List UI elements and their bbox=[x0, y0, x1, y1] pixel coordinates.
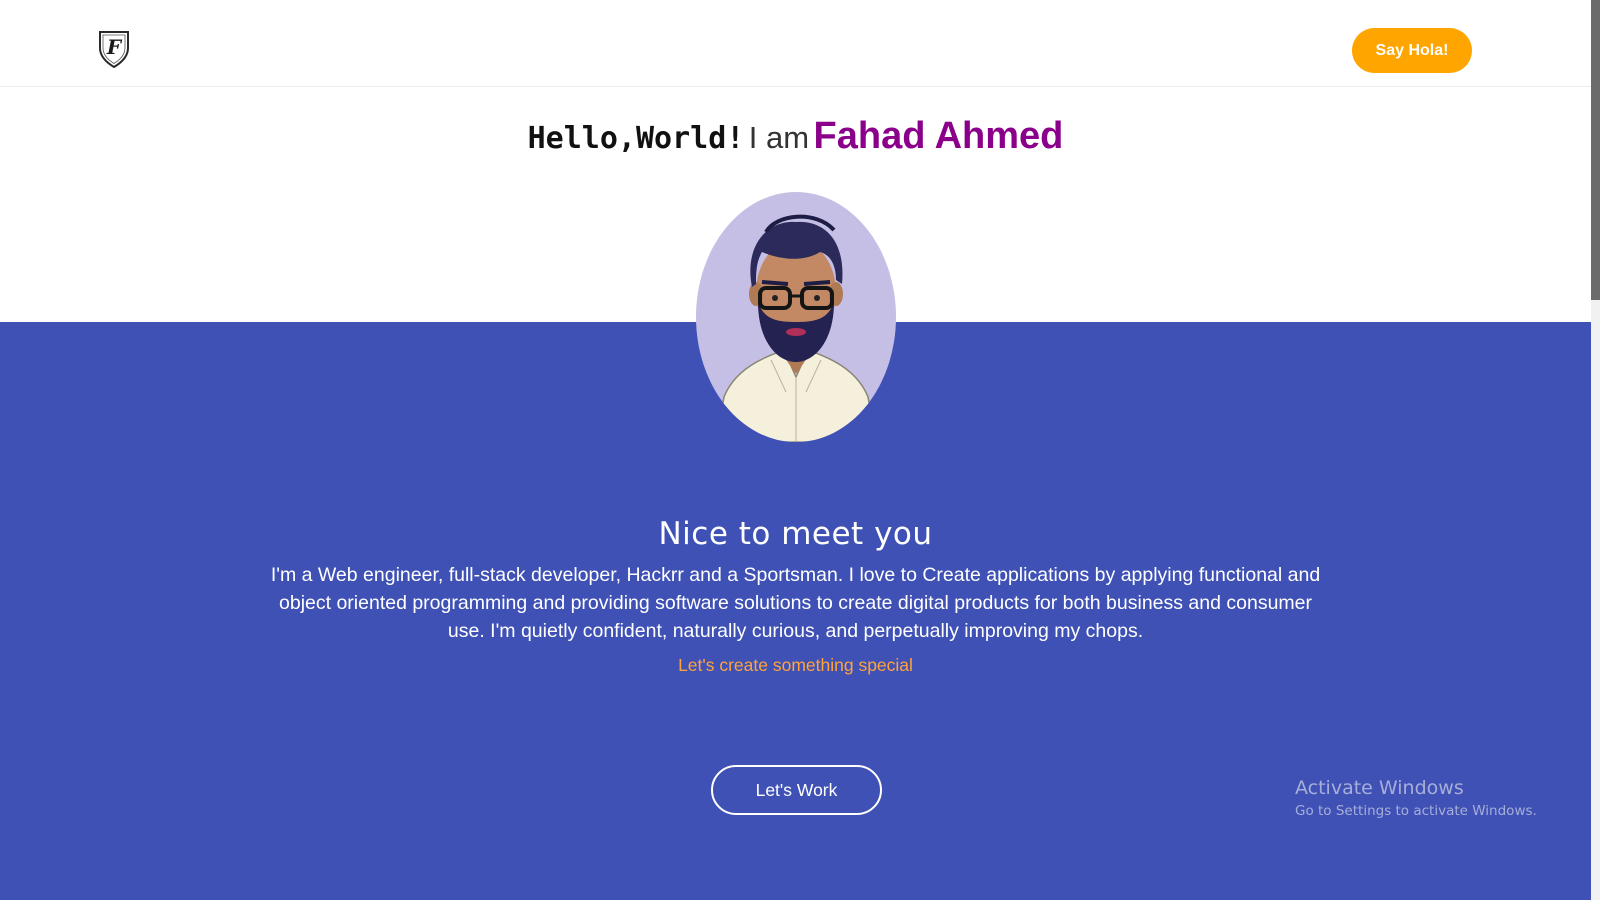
intro-text: I am bbox=[748, 119, 810, 155]
avatar bbox=[696, 192, 896, 442]
lets-work-button[interactable]: Let's Work bbox=[711, 765, 882, 815]
tagline: Let's create something special bbox=[678, 655, 913, 675]
greeting-text: Hello,World! bbox=[527, 120, 745, 156]
page: F Say Hola! Hello,World! I am Fahad Ahme… bbox=[0, 0, 1600, 900]
say-hola-button[interactable]: Say Hola! bbox=[1352, 28, 1472, 73]
section-title: Nice to meet you bbox=[658, 516, 933, 552]
scrollbar-thumb[interactable] bbox=[1591, 0, 1600, 300]
bio-paragraph: I'm a Web engineer, full-stack developer… bbox=[270, 564, 1321, 642]
activate-windows-watermark: Activate Windows Go to Settings to activ… bbox=[1295, 775, 1537, 821]
name-text: Fahad Ahmed bbox=[813, 114, 1064, 157]
hero-headline: Hello,World! I am Fahad Ahmed bbox=[0, 111, 1591, 169]
svg-text:F: F bbox=[106, 35, 123, 59]
cartoon-avatar-portrait-icon bbox=[715, 214, 877, 442]
watermark-subtitle: Go to Settings to activate Windows. bbox=[1295, 803, 1537, 819]
watermark-title: Activate Windows bbox=[1295, 777, 1464, 799]
navbar: F Say Hola! bbox=[0, 0, 1591, 87]
shield-f-logo-icon[interactable]: F bbox=[97, 28, 131, 69]
